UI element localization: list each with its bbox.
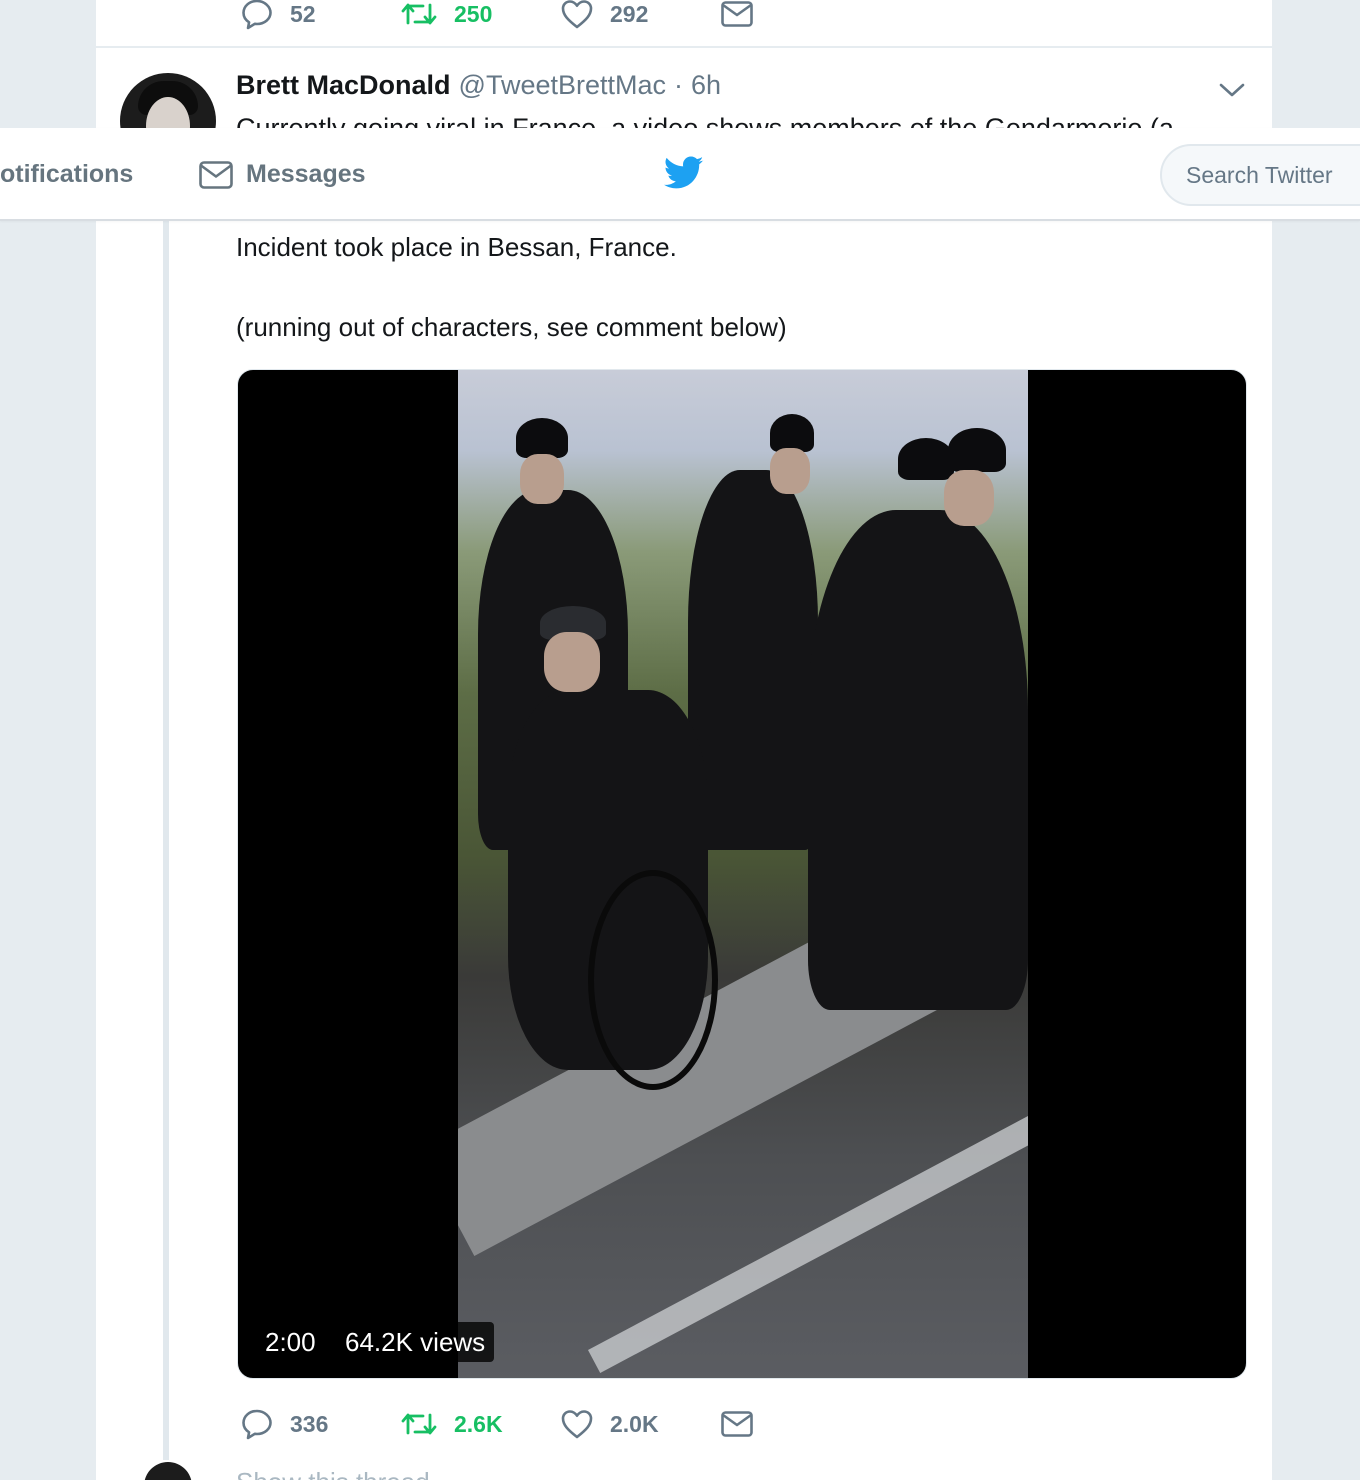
like-count: 2.0K xyxy=(610,1410,659,1437)
reply-count: 52 xyxy=(290,0,316,27)
like-count: 292 xyxy=(610,0,649,27)
reply-icon xyxy=(242,1409,272,1440)
like-button[interactable]: 292 xyxy=(560,0,720,31)
retweet-button[interactable]: 250 xyxy=(400,0,560,31)
top-navigation-bar: otifications Messages Search Twitter xyxy=(0,128,1360,221)
twitter-bird-icon[interactable] xyxy=(664,156,704,190)
nav-notifications[interactable]: otifications xyxy=(0,128,133,221)
heart-icon xyxy=(561,1410,593,1439)
search-placeholder: Search Twitter xyxy=(1186,161,1333,188)
reply-button[interactable]: 52 xyxy=(240,0,400,31)
author-name[interactable]: Brett MacDonald xyxy=(236,70,451,101)
chevron-down-icon[interactable] xyxy=(1218,80,1246,100)
retweet-icon xyxy=(401,3,437,25)
nav-messages[interactable]: Messages xyxy=(198,128,366,221)
direct-message-button[interactable] xyxy=(720,0,880,29)
tweet-actions: 336 2.6K 2.0K xyxy=(240,1404,880,1444)
direct-message-button[interactable] xyxy=(720,1409,880,1439)
envelope-icon xyxy=(721,1411,753,1437)
reply-count: 336 xyxy=(290,1410,329,1437)
tweet-text-line: (running out of characters, see comment … xyxy=(236,312,787,342)
header-separator: · xyxy=(674,70,684,100)
nav-notifications-label: otifications xyxy=(0,160,134,188)
like-button[interactable]: 2.0K xyxy=(560,1407,720,1441)
tweet-divider xyxy=(96,46,1272,48)
envelope-icon xyxy=(721,1,753,27)
video-frame xyxy=(458,370,1028,1378)
thread-connector xyxy=(163,220,169,1460)
show-thread-link[interactable]: Show this thread xyxy=(236,1468,430,1480)
retweet-button[interactable]: 2.6K xyxy=(400,1407,560,1441)
reply-button[interactable]: 336 xyxy=(240,1407,400,1441)
envelope-icon xyxy=(199,160,233,189)
video-views-badge: 64.2K views xyxy=(336,1322,495,1362)
tweet-header: Brett MacDonald @TweetBrettMac · 6h xyxy=(236,70,721,110)
tweet-text-line: Incident took place in Bessan, France. xyxy=(236,232,677,262)
nav-messages-label: Messages xyxy=(246,160,366,188)
tweet-text-clipped: Currently going viral in France, a video… xyxy=(236,113,1174,128)
tweet-timestamp[interactable]: 6h xyxy=(691,70,721,101)
video-duration-badge: 2:00 xyxy=(256,1322,325,1362)
reply-icon xyxy=(242,0,272,30)
retweet-count: 250 xyxy=(454,0,493,27)
author-handle[interactable]: @TweetBrettMac xyxy=(459,70,666,101)
retweet-icon xyxy=(401,1413,437,1435)
heart-icon xyxy=(561,0,593,29)
search-input[interactable]: Search Twitter xyxy=(1160,144,1360,206)
previous-tweet-actions: 52 250 292 xyxy=(240,0,880,34)
retweet-count: 2.6K xyxy=(454,1410,503,1437)
video-player[interactable]: 2:00 64.2K views xyxy=(237,369,1247,1379)
